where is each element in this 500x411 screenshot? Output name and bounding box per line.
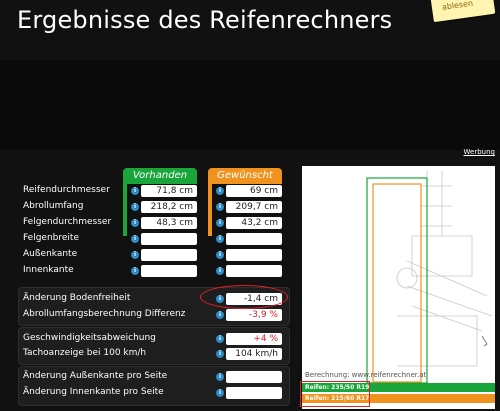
info-icon[interactable]: i bbox=[216, 187, 224, 195]
field-gewuenscht-reifendurchmesser: 69 cm bbox=[226, 185, 282, 197]
field-gewuenscht-innenkante bbox=[226, 265, 282, 277]
label-aenderung-innenkante: Änderung Innenkante pro Seite bbox=[23, 387, 164, 397]
info-icon[interactable]: i bbox=[216, 219, 224, 227]
banner-area bbox=[0, 60, 500, 150]
info-icon[interactable]: i bbox=[131, 267, 139, 275]
ad-link[interactable]: Werbung bbox=[464, 148, 495, 156]
field-abrollumfang-differenz: -3,9 % bbox=[226, 309, 282, 321]
field-tachoanzeige: 104 km/h bbox=[226, 348, 282, 360]
row-label-innenkante: Innenkante bbox=[23, 265, 74, 275]
label-aenderung-bodenfreiheit: Änderung Bodenfreiheit bbox=[23, 293, 131, 303]
info-icon[interactable]: i bbox=[216, 235, 224, 243]
row-label-reifendurchmesser: Reifendurchmesser bbox=[23, 185, 110, 195]
row-label-felgenbreite: Felgenbreite bbox=[23, 233, 79, 243]
column-accent-gewuenscht bbox=[208, 184, 212, 236]
field-vorhanden-felgenbreite bbox=[141, 233, 197, 245]
info-icon[interactable]: i bbox=[131, 251, 139, 259]
field-vorhanden-reifendurchmesser: 71,8 cm bbox=[141, 185, 197, 197]
highlight-ellipse bbox=[200, 285, 288, 309]
info-icon[interactable]: i bbox=[216, 267, 224, 275]
label-tachoanzeige: Tachoanzeige bei 100 km/h bbox=[23, 348, 147, 358]
info-icon[interactable]: i bbox=[216, 251, 224, 259]
row-label-felgendurchmesser: Felgendurchmesser bbox=[23, 217, 112, 227]
column-header-vorhanden: Vorhanden bbox=[123, 168, 197, 184]
info-icon[interactable]: i bbox=[216, 373, 224, 381]
column-accent-vorhanden bbox=[123, 184, 127, 236]
field-gewuenscht-aussenkante bbox=[226, 249, 282, 261]
field-vorhanden-felgendurchmesser: 48,3 cm bbox=[141, 217, 197, 229]
field-gewuenscht-felgendurchmesser: 43,2 cm bbox=[226, 217, 282, 229]
label-aenderung-aussenkante: Änderung Außenkante pro Seite bbox=[23, 371, 168, 381]
info-icon[interactable]: i bbox=[216, 311, 224, 319]
sticky-note: ablesen bbox=[430, 0, 496, 23]
field-vorhanden-aussenkante bbox=[141, 249, 197, 261]
field-aenderung-aussenkante bbox=[226, 371, 282, 383]
page-title: Ergebnisse des Reifenrechners bbox=[17, 6, 393, 34]
info-icon[interactable]: i bbox=[216, 350, 224, 358]
info-icon[interactable]: i bbox=[131, 235, 139, 243]
highlight-box bbox=[300, 381, 370, 407]
info-icon[interactable]: i bbox=[216, 335, 224, 343]
field-gewuenscht-felgenbreite bbox=[226, 233, 282, 245]
info-icon[interactable]: i bbox=[131, 203, 139, 211]
field-geschwindigkeitsabweichung: +4 % bbox=[226, 333, 282, 345]
label-abrollumfang-differenz: Abrollumfangsberechnung Differenz bbox=[23, 309, 186, 319]
info-icon[interactable]: i bbox=[216, 389, 224, 397]
info-icon[interactable]: i bbox=[131, 187, 139, 195]
row-label-aussenkante: Außenkante bbox=[23, 249, 78, 259]
field-gewuenscht-abrollumfang: 209,7 cm bbox=[226, 201, 282, 213]
column-header-gewuenscht: Gewünscht bbox=[208, 168, 282, 184]
tire-outline-orange bbox=[372, 183, 422, 383]
row-label-abrollumfang: Abrollumfang bbox=[23, 201, 84, 211]
info-icon[interactable]: i bbox=[131, 219, 139, 227]
label-geschwindigkeitsabweichung: Geschwindigkeitsabweichung bbox=[23, 333, 156, 343]
diagram-caption: Berechnung: www.reifenrechner.at bbox=[305, 371, 427, 379]
info-icon[interactable]: i bbox=[216, 203, 224, 211]
field-aenderung-innenkante bbox=[226, 387, 282, 399]
field-vorhanden-innenkante bbox=[141, 265, 197, 277]
field-vorhanden-abrollumfang: 218,2 cm bbox=[141, 201, 197, 213]
